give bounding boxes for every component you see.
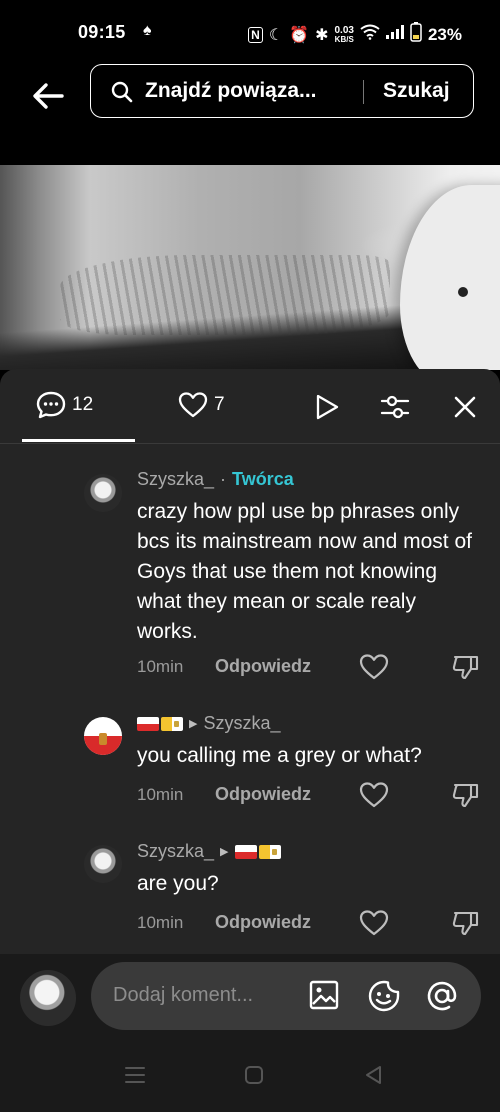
comment-meta: ▶ Szyszka_ [137,713,281,734]
tab-underline [22,439,135,442]
wifi-icon [360,24,380,45]
video-shape [400,185,500,370]
network-speed-unit: KB/S [334,34,354,44]
comment-username[interactable]: Szyszka_ [137,841,214,862]
tab-likes[interactable]: 7 [178,391,225,419]
vatican-flag-icon [258,844,281,859]
video-dot [458,287,468,297]
search-submit-button[interactable]: Szukaj [383,79,450,103]
nav-home-icon[interactable] [243,1064,265,1086]
search-icon [111,81,133,103]
bluetooth-icon: ✱ [315,26,329,44]
nfc-icon: N [248,26,263,43]
reply-arrow-icon: ▶ [220,846,229,858]
battery-icon [410,22,422,47]
comments-count: 12 [72,394,94,415]
moon-icon: ☾ [268,26,284,44]
search-query[interactable]: Znajdź powiąza... [145,79,317,103]
creator-badge: Twórca [232,469,294,489]
heart-icon [178,392,208,418]
like-icon[interactable] [359,909,389,937]
flag-username[interactable] [137,716,183,731]
comment-actions: 10min Odpowiedz [137,653,479,683]
comment-text: you calling me a grey or what? [137,744,422,767]
comment-icon [36,391,66,419]
comment-actions: 10min Odpowiedz [137,781,479,811]
video-preview[interactable] [0,165,500,370]
meta-separator: · [220,469,227,489]
comment-time: 10min [137,913,184,932]
filter-icon[interactable] [380,393,410,421]
reply-button[interactable]: Odpowiedz [215,912,311,933]
mention-icon[interactable] [425,979,459,1013]
like-icon[interactable] [359,781,389,809]
nav-back-icon[interactable] [363,1064,385,1086]
dislike-icon[interactable] [451,781,481,809]
comment-composer: Dodaj koment... [0,954,500,1112]
likes-count: 7 [214,394,225,415]
network-speed: 0.03 KB/S [334,24,354,44]
sheet-tabs: 12 7 [0,369,500,444]
comment-input-placeholder[interactable]: Dodaj koment... [113,984,253,1007]
comment-meta: Szyszka_ · Twórca [137,469,294,490]
my-avatar[interactable] [20,970,76,1026]
signal-icon [385,25,404,44]
back-button[interactable] [28,76,68,116]
app-notification-icon: ♠ [143,22,152,39]
comment-time: 10min [137,785,184,804]
status-time: 09:15 [78,22,126,42]
search-divider [363,80,364,104]
alarm-icon: ⏰ [289,26,310,44]
status-bar: 09:15 ♠ N ☾ ⏰ ✱ 0.03 KB/S 23% [0,0,500,64]
poland-flag-icon [137,716,159,731]
close-icon[interactable] [453,395,477,419]
reply-arrow-icon: ▶ [189,718,198,730]
reply-button[interactable]: Odpowiedz [215,656,311,677]
video-texture [60,255,390,335]
tab-comments[interactable]: 12 [36,391,93,419]
top-bar: Znajdź powiąza... Szukaj [0,64,500,164]
poland-flag-icon [234,844,257,859]
avatar[interactable] [84,474,122,512]
reply-button[interactable]: Odpowiedz [215,784,311,805]
avatar-emblem [99,733,107,745]
comment-meta: Szyszka_ ▶ [137,841,281,862]
search-bar[interactable]: Znajdź powiąza... Szukaj [90,64,474,118]
image-icon[interactable] [308,979,340,1011]
play-icon[interactable] [313,393,341,421]
dislike-icon[interactable] [451,653,481,681]
system-nav-bar [0,1058,500,1098]
reply-to-username[interactable]: Szyszka_ [203,713,280,734]
comment-text: crazy how ppl use bp phrases only bcs it… [137,500,472,643]
battery-level: 23% [427,24,462,44]
avatar[interactable] [84,717,122,755]
dislike-icon[interactable] [451,909,481,937]
status-icons: N ☾ ⏰ ✱ 0.03 KB/S 23% [248,22,462,47]
flag-username[interactable] [234,844,281,859]
comment-text: are you? [137,872,219,895]
comment-input[interactable]: Dodaj koment... [91,962,481,1030]
comment-username[interactable]: Szyszka_ [137,469,214,490]
like-icon[interactable] [359,653,389,681]
nav-menu-icon[interactable] [124,1064,146,1086]
emoji-icon[interactable] [367,979,401,1013]
vatican-flag-icon [161,716,183,731]
network-speed-value: 0.03 [334,24,354,36]
comment-actions: 10min Odpowiedz [137,909,479,939]
comment-time: 10min [137,657,184,676]
back-arrow-icon [33,83,64,109]
avatar[interactable] [84,845,122,883]
comments-sheet: 12 7 Szyszka_ · Twórca crazy how ppl use… [0,369,500,954]
